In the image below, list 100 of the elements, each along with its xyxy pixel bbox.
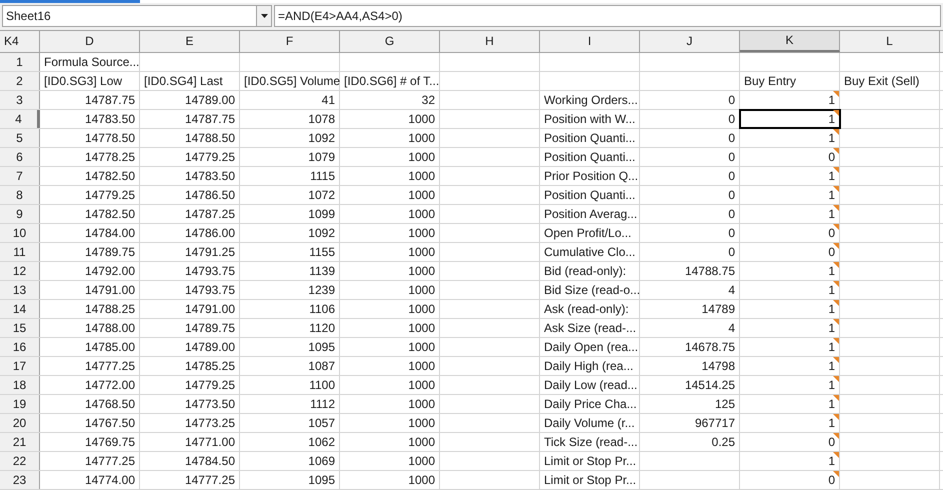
cell-text: 14769.75 [84,434,136,451]
cell-text: Buy Entry [743,73,798,90]
cell-text: 14779.25 [184,149,236,166]
row-header[interactable]: 20 [0,414,40,432]
cell-text: 14784.00 [84,225,136,242]
row-header[interactable]: 21 [0,433,40,451]
row-header[interactable]: 11 [0,243,40,261]
column-header[interactable]: D [40,30,140,52]
cell-text: 14788.00 [84,320,136,337]
cell-text: 1 [827,111,836,128]
row-header[interactable]: 7 [0,167,40,185]
cell-text: 14787.25 [184,206,236,223]
cell-text: Ask Size (read-... [543,320,638,337]
row-header[interactable]: 14 [0,300,40,318]
cell-text: 1 [827,415,836,432]
row-header[interactable]: 4 [0,110,40,128]
cell-text: 1000 [407,320,436,337]
cell-text: 14787.75 [184,111,236,128]
cell-text: 1079 [307,149,336,166]
cell-text: [ID0.SG5] Volume [243,73,342,90]
cell-text: 14771.00 [184,434,236,451]
cell-text: 14787.75 [84,92,136,109]
cell-text: 1 [827,396,836,413]
column-header[interactable]: E [140,30,240,52]
cell-text: Limit or Stop Pr... [543,453,638,470]
cell-text: 14786.50 [184,187,236,204]
cell-text: 14777.25 [84,453,136,470]
cell-text: 14779.25 [184,377,236,394]
cell-text: 14788.75 [684,263,736,280]
cell-text: 1 [827,282,836,299]
cell-text: 1115 [309,168,336,185]
cell-text: 14791.00 [84,282,136,299]
cell-text: 14789.00 [184,339,236,356]
cell-text: 14783.50 [184,168,236,185]
cell-text: 14782.50 [84,168,136,185]
cell-text: 14798 [700,358,736,375]
column-header[interactable]: K [740,30,840,52]
row-header[interactable]: 18 [0,376,40,394]
cell-text: 14774.00 [84,472,136,489]
row-header[interactable]: 9 [0,205,40,223]
cell-text: 14786.00 [184,225,236,242]
name-box[interactable]: Sheet16 [2,5,272,28]
cell-text: Position Quanti... [543,130,636,147]
row-header[interactable]: 1 [0,53,40,71]
cell-text: 14783.50 [84,111,136,128]
row-header[interactable]: 8 [0,186,40,204]
row-header[interactable]: 2 [0,72,40,90]
cell-text: 14778.25 [84,149,136,166]
row-header[interactable]: 13 [0,281,40,299]
cell-text: 1000 [407,472,436,489]
cell-text: 0 [827,472,836,489]
cell-text: 14767.50 [84,415,136,432]
column-header[interactable]: L [840,30,940,52]
cell-text: 14789 [700,301,736,318]
row-header[interactable]: 19 [0,395,40,413]
row-header[interactable]: 22 [0,452,40,470]
cell-text: Open Profit/Lo... [543,225,632,242]
cell-text: 0 [727,244,736,261]
cell-text: 14785.25 [184,358,236,375]
cell-text: Cumulative Clo... [543,244,636,261]
cell-text: 14791.00 [184,301,236,318]
corner-cell: K4 [0,30,40,52]
row-header[interactable]: 6 [0,148,40,166]
cell-text: 14772.00 [84,377,136,394]
cell-text: Position Quanti... [543,149,636,166]
cell-text: 14777.25 [184,472,236,489]
row-header[interactable]: 15 [0,319,40,337]
row-header[interactable]: 5 [0,129,40,147]
row-header[interactable]: 10 [0,224,40,242]
cell-text: 1000 [407,301,436,318]
cell-text: 1000 [407,130,436,147]
cell-text: 1000 [407,206,436,223]
cell-text: 1000 [407,149,436,166]
row-header[interactable]: 16 [0,338,40,356]
cell-text: Daily High (rea... [543,358,634,375]
cell-text: 1000 [407,282,436,299]
column-header[interactable]: I [540,30,640,52]
column-header[interactable]: F [240,30,340,52]
cell-text: 1 [827,168,836,185]
row-header[interactable]: 17 [0,357,40,375]
column-header[interactable]: H [440,30,540,52]
cell-text: 14778.50 [84,130,136,147]
cell-text: 1092 [307,130,336,147]
cell-text: 1087 [307,358,336,375]
cell-text: 1 [827,339,836,356]
cell-text: Limit or Stop Pr... [543,472,638,489]
row-header[interactable]: 12 [0,262,40,280]
row-header[interactable]: 23 [0,471,40,489]
cell-text: 1 [827,263,836,280]
formula-field[interactable]: =AND(E4>AA4,AS4>0) [274,5,941,28]
cell-text: 0.25 [710,434,736,451]
dropdown-caret-icon[interactable] [260,14,268,18]
cell-text: 14773.50 [184,396,236,413]
cell-text: 0 [827,244,836,261]
cell-text: 1 [827,377,836,394]
row-header[interactable]: 3 [0,91,40,109]
cell-text: 1120 [308,320,336,337]
cell-text: 125 [714,396,736,413]
cell-text: Daily Volume (r... [543,415,636,432]
column-header[interactable]: G [340,30,440,52]
